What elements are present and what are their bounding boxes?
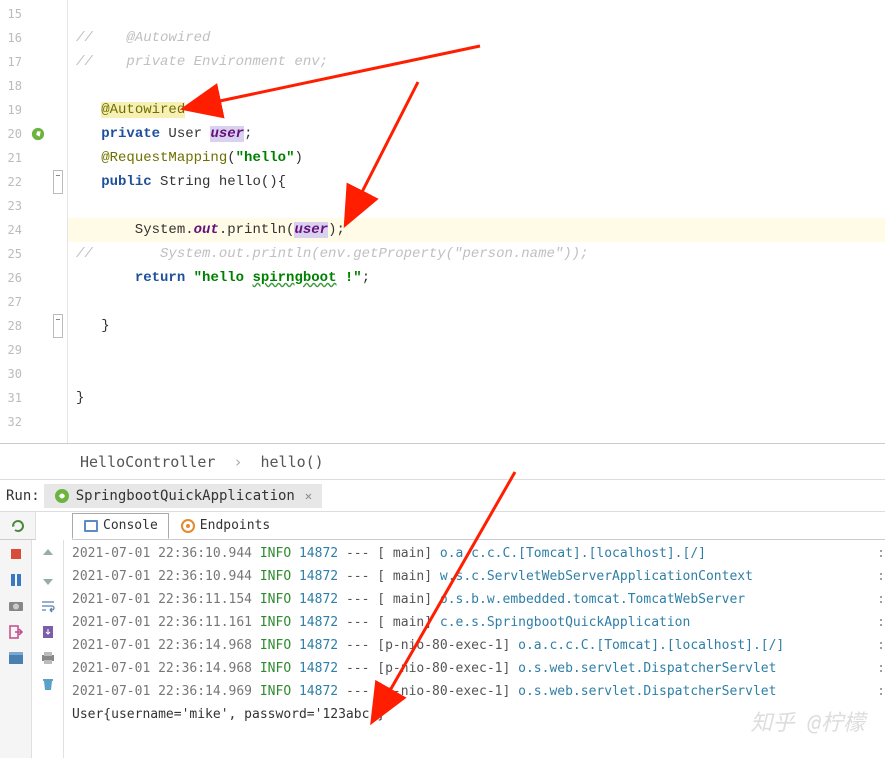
up-icon[interactable] bbox=[40, 546, 56, 562]
gutter-icons bbox=[28, 0, 48, 443]
breadcrumb-class[interactable]: HelloController bbox=[80, 453, 215, 471]
console-icon bbox=[83, 518, 99, 534]
rerun-icon[interactable] bbox=[10, 518, 26, 534]
camera-icon[interactable] bbox=[8, 598, 24, 614]
print-icon[interactable] bbox=[40, 650, 56, 666]
tab-console[interactable]: Console bbox=[72, 513, 169, 539]
tab-endpoints[interactable]: Endpoints bbox=[169, 513, 281, 539]
code-area[interactable]: // @Autowired// private Environment env;… bbox=[68, 0, 885, 443]
endpoints-icon bbox=[180, 518, 196, 534]
run-left-toolbar bbox=[0, 540, 32, 758]
code-editor[interactable]: 151617181920212223242526272829303132 // … bbox=[0, 0, 885, 444]
run-label: Run: bbox=[6, 488, 40, 504]
trash-icon[interactable] bbox=[40, 676, 56, 692]
stop-icon[interactable] bbox=[8, 546, 24, 562]
panel-tabs: Console Endpoints bbox=[72, 512, 885, 540]
run-toolwindow-header: Run: SpringbootQuickApplication ✕ bbox=[0, 480, 885, 512]
console-toolbar bbox=[32, 540, 64, 758]
breadcrumb-method[interactable]: hello() bbox=[261, 453, 324, 471]
wrap-icon[interactable] bbox=[40, 598, 56, 614]
run-tab-label: SpringbootQuickApplication bbox=[76, 488, 295, 504]
export-icon[interactable] bbox=[40, 624, 56, 640]
pause-icon[interactable] bbox=[8, 572, 24, 588]
line-number-gutter: 151617181920212223242526272829303132 bbox=[0, 0, 28, 443]
watermark: 知乎 @柠檬 bbox=[751, 705, 866, 737]
down-icon[interactable] bbox=[40, 572, 56, 588]
layout-icon[interactable] bbox=[8, 650, 24, 666]
fold-column[interactable] bbox=[48, 0, 68, 443]
spring-icon bbox=[54, 488, 70, 504]
exit-icon[interactable] bbox=[8, 624, 24, 640]
run-config-tab[interactable]: SpringbootQuickApplication ✕ bbox=[44, 484, 322, 508]
breadcrumb[interactable]: HelloController › hello() bbox=[0, 444, 885, 480]
close-icon[interactable]: ✕ bbox=[305, 489, 312, 503]
breadcrumb-sep: › bbox=[233, 453, 242, 471]
